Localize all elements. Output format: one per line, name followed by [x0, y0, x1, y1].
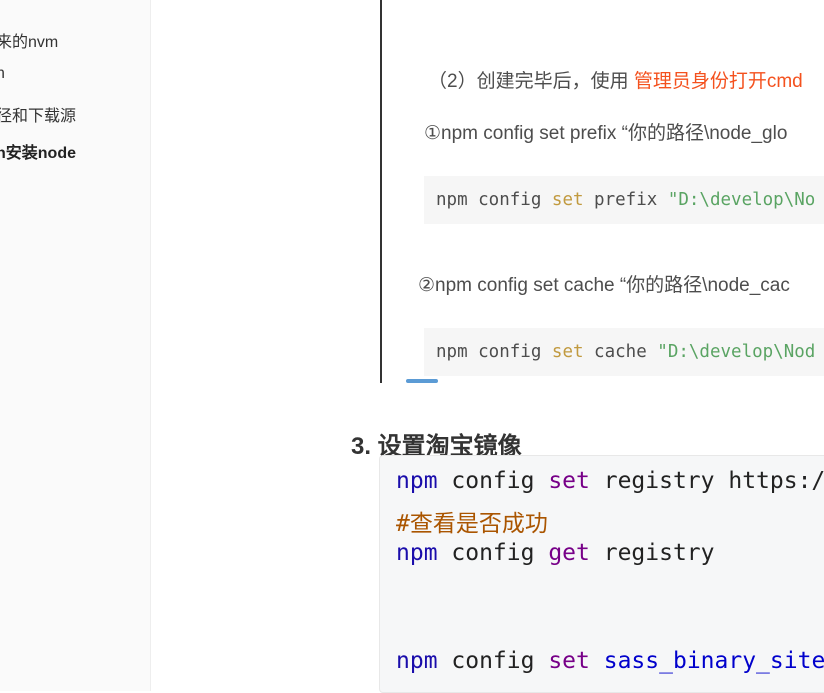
code-token: config	[437, 540, 549, 566]
code-token: registry	[589, 540, 715, 566]
code-snippet-2: npm config set cache "D:\develop\Nod	[424, 328, 824, 376]
code-comment: #查看是否成功	[396, 511, 548, 537]
code-token-npm: npm	[396, 468, 438, 494]
code-token: config	[437, 648, 549, 674]
toc-item[interactable]: 径和下载源	[0, 102, 76, 126]
toc-item-active[interactable]: n安装node	[0, 139, 76, 163]
toc-sidebar: 来的nvm n 径和下载源 n安装node	[0, 0, 151, 691]
code-keyword: set	[551, 190, 584, 210]
embedded-screenshot: （2）创建完毕后，使用 管理员身份打开cmd ①npm config set p…	[380, 0, 824, 383]
code-line: npm config set registry https://	[396, 468, 824, 494]
code-string: "D:\develop\No	[667, 190, 816, 210]
item-2-text: ②npm config set cache “你的路径\node_cac	[418, 275, 790, 296]
code-line: npm config get registry	[396, 540, 715, 566]
code-cmd: npm config	[436, 342, 552, 362]
code-block: npm config set registry https:// #查看是否成功…	[379, 455, 824, 693]
image-scroll-indicator	[406, 379, 438, 383]
code-line: npm config set sass_binary_site=	[396, 648, 824, 674]
code-comment-line: #查看是否成功	[396, 504, 548, 538]
toc-item[interactable]: 来的nvm	[0, 28, 58, 52]
toc-item[interactable]: n	[0, 65, 5, 83]
step-text: （2）创建完毕后，使用 管理员身份打开cmd	[428, 66, 803, 93]
code-token: registry https://	[589, 468, 824, 494]
code-token-npm: npm	[396, 540, 438, 566]
code-token: config	[437, 468, 549, 494]
code-keyword: set	[551, 342, 584, 362]
code-arg: cache	[583, 342, 658, 362]
code-string: "D:\develop\Nod	[657, 342, 816, 362]
item-1-text: ①npm config set prefix “你的路径\node_glo	[424, 123, 788, 144]
code-token-variable: sass_binary_site	[603, 648, 824, 674]
step-prefix: （2）创建完毕后，使用	[428, 71, 634, 92]
code-token-keyword: get	[548, 540, 590, 566]
code-snippet-1: npm config set prefix "D:\develop\No	[424, 176, 824, 224]
code-token-keyword: set	[548, 648, 590, 674]
code-token-npm: npm	[396, 648, 438, 674]
code-arg: prefix	[583, 190, 668, 210]
step-highlight: 管理员身份打开cmd	[633, 71, 803, 92]
code-cmd: npm config	[436, 190, 552, 210]
code-token-keyword: set	[548, 468, 590, 494]
